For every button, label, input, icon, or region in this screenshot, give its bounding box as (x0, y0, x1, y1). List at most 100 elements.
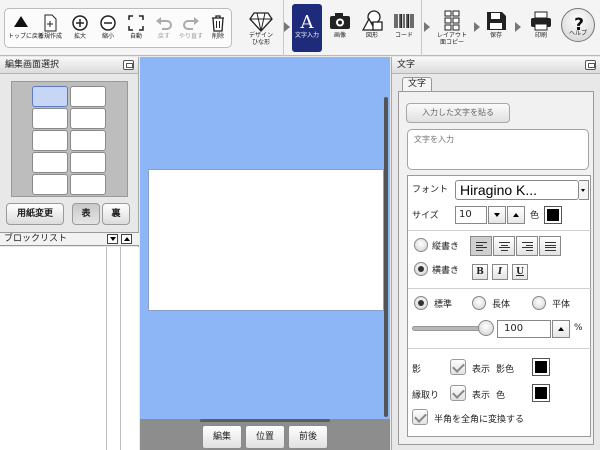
chevron-up-icon (124, 237, 130, 241)
width-standard-label: 標準 (434, 300, 453, 310)
shadow-color-swatch[interactable] (532, 358, 550, 376)
text-properties-box: フォント Hiragino K... サイズ 10 色 縦書き 横書き B I … (407, 175, 592, 437)
scale-increment-button[interactable] (552, 320, 570, 338)
shadow-show-checkbox[interactable] (450, 359, 466, 375)
page-cell[interactable] (32, 108, 68, 129)
width-condensed-label: 長体 (492, 300, 511, 310)
outline-color-label: 色 (496, 391, 506, 401)
outline-color-swatch[interactable] (532, 384, 550, 402)
back-side-button[interactable]: 裏 (102, 203, 130, 225)
label-paper[interactable] (148, 169, 384, 311)
block-list[interactable] (0, 247, 139, 450)
outline-show-checkbox[interactable] (450, 385, 466, 401)
image-button[interactable]: 画像 (326, 4, 354, 52)
section-divider (408, 288, 592, 289)
vertical-writing-label: 縦書き (432, 242, 460, 252)
minimize-panel-icon[interactable] (123, 60, 134, 70)
gem-icon (249, 12, 273, 32)
font-dropdown-toggle[interactable] (579, 180, 589, 200)
section-divider (408, 230, 592, 231)
minimize-panel-icon[interactable] (585, 60, 596, 70)
underline-button[interactable]: U (512, 264, 528, 280)
layout-copy-button[interactable]: レイアウト 面コピー (434, 4, 470, 52)
edit-canvas[interactable]: 編集 位置 前後 (140, 57, 390, 450)
position-button[interactable]: 位置 (245, 425, 285, 449)
block-list-header: ブロックリスト (0, 232, 139, 246)
help-icon: ? ヘルプ (561, 8, 595, 42)
design-template-button[interactable]: デザイン ひな形 (244, 4, 278, 52)
horizontal-writing-radio[interactable] (414, 262, 428, 276)
scale-input[interactable]: 100 (497, 320, 551, 338)
text-a-icon: A (300, 12, 315, 32)
text-input-field[interactable] (407, 129, 589, 170)
page-cell[interactable] (70, 108, 106, 129)
font-select[interactable]: Hiragino K... (455, 180, 579, 200)
size-label: サイズ (412, 211, 439, 221)
zoom-out-button[interactable]: 縮小 (96, 4, 120, 52)
page-cell[interactable] (70, 152, 106, 173)
edit-button[interactable]: 編集 (202, 425, 242, 449)
tab-text[interactable]: 文字 (402, 77, 432, 91)
width-extended-radio[interactable] (532, 296, 546, 310)
column-divider (106, 247, 107, 450)
size-increment-button[interactable] (507, 206, 525, 224)
align-justify-button[interactable] (539, 236, 561, 256)
page-cell[interactable] (70, 130, 106, 151)
section-divider (408, 348, 592, 349)
vertical-writing-radio[interactable] (414, 238, 428, 252)
trash-icon (212, 15, 224, 32)
canvas-bottom-bar: 編集 位置 前後 (140, 419, 390, 450)
text-input-button[interactable]: A 文字入力 (292, 4, 322, 52)
italic-button[interactable]: I (492, 264, 508, 280)
page-cell[interactable] (70, 174, 106, 195)
horizontal-writing-label: 横書き (432, 266, 460, 276)
width-condensed-radio[interactable] (472, 296, 486, 310)
column-divider (120, 247, 121, 450)
top-button[interactable]: トップに戻る (8, 4, 44, 52)
page-cell[interactable] (32, 152, 68, 173)
size-input[interactable]: 10 (455, 206, 487, 224)
align-right-button[interactable] (516, 236, 538, 256)
size-decrement-button[interactable] (488, 206, 506, 224)
print-button[interactable]: 印刷 (526, 4, 556, 52)
move-up-button[interactable] (121, 234, 132, 244)
scale-slider-track[interactable] (412, 326, 487, 331)
convert-fullwidth-checkbox[interactable] (412, 409, 428, 425)
undo-icon (156, 17, 172, 30)
page-cell[interactable] (32, 130, 68, 151)
save-icon (487, 12, 506, 30)
right-panel-header: 文字 (392, 57, 600, 74)
redo-button[interactable]: やり直す (178, 4, 204, 52)
text-color-swatch[interactable] (544, 206, 562, 224)
page-cell[interactable] (70, 86, 106, 107)
font-label: フォント (412, 185, 449, 195)
auto-fit-button[interactable]: 自動 (124, 4, 148, 52)
align-left-button[interactable] (470, 236, 492, 256)
front-side-button[interactable]: 表 (72, 203, 100, 225)
shapes-button[interactable]: 図形 (358, 4, 386, 52)
paste-text-button[interactable]: 入力した文字を貼る (406, 103, 510, 123)
save-button[interactable]: 保存 (482, 4, 510, 52)
bold-button[interactable]: B (472, 264, 488, 280)
scale-slider-thumb[interactable] (478, 320, 494, 336)
delete-button[interactable]: 削除 (206, 4, 230, 52)
change-paper-button[interactable]: 用紙変更 (6, 203, 64, 225)
new-button[interactable]: 新規作成 (36, 4, 64, 52)
zoom-in-icon (72, 15, 88, 31)
width-standard-radio[interactable] (414, 296, 428, 310)
flow-arrow-icon (284, 22, 290, 32)
move-down-button[interactable] (107, 234, 118, 244)
help-button[interactable]: ? ヘルプ (560, 8, 596, 48)
align-justify-icon (545, 242, 556, 251)
barcode-button[interactable]: コード (390, 4, 418, 52)
vertical-scrollbar[interactable] (384, 97, 388, 417)
zoom-in-button[interactable]: 拡大 (68, 4, 92, 52)
panel-title: 編集画面選択 (5, 60, 60, 70)
svg-text:A: A (300, 12, 315, 32)
order-button[interactable]: 前後 (288, 425, 328, 449)
chevron-up-icon (513, 213, 519, 217)
page-cell[interactable] (32, 86, 68, 107)
align-center-button[interactable] (493, 236, 515, 256)
page-cell[interactable] (32, 174, 68, 195)
undo-button[interactable]: 戻す (152, 4, 176, 52)
